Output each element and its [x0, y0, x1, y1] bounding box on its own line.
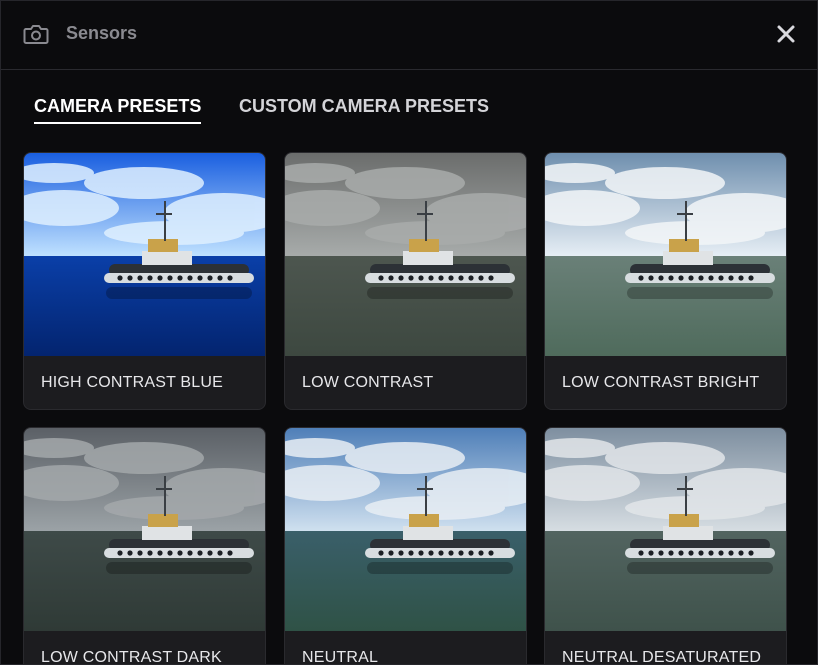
preset-label: NEUTRAL	[302, 649, 379, 665]
preset-card[interactable]: LOW CONTRAST BRIGHT	[544, 152, 787, 410]
sensors-dialog: Sensors CAMERA PRESETS CUSTOM CAMERA PRE…	[0, 0, 818, 665]
tab-custom-camera-presets[interactable]: CUSTOM CAMERA PRESETS	[239, 96, 489, 117]
camera-icon	[23, 22, 49, 46]
dialog-header: Sensors	[1, 1, 817, 70]
preset-thumbnail	[545, 153, 786, 356]
preset-thumbnail	[285, 153, 526, 356]
preset-card[interactable]: NEUTRAL DESATURATED	[544, 427, 787, 665]
preset-thumbnail	[285, 428, 526, 631]
close-icon[interactable]	[775, 23, 797, 45]
preset-card[interactable]: LOW CONTRAST DARK	[23, 427, 266, 665]
preset-thumbnail	[545, 428, 786, 631]
preset-label: LOW CONTRAST BRIGHT	[562, 374, 760, 391]
preset-card[interactable]: LOW CONTRAST	[284, 152, 527, 410]
dialog-title: Sensors	[66, 23, 138, 43]
preset-label: NEUTRAL DESATURATED	[562, 649, 762, 665]
preset-thumbnail	[24, 428, 265, 631]
preset-card[interactable]: HIGH CONTRAST BLUE	[23, 152, 266, 410]
preset-thumbnail	[24, 153, 265, 356]
preset-label: HIGH CONTRAST BLUE	[41, 374, 223, 391]
preset-label: LOW CONTRAST DARK	[41, 649, 222, 665]
preset-label: LOW CONTRAST	[302, 374, 434, 391]
preset-card[interactable]: NEUTRAL	[284, 427, 527, 665]
tab-camera-presets[interactable]: CAMERA PRESETS	[34, 96, 202, 124]
